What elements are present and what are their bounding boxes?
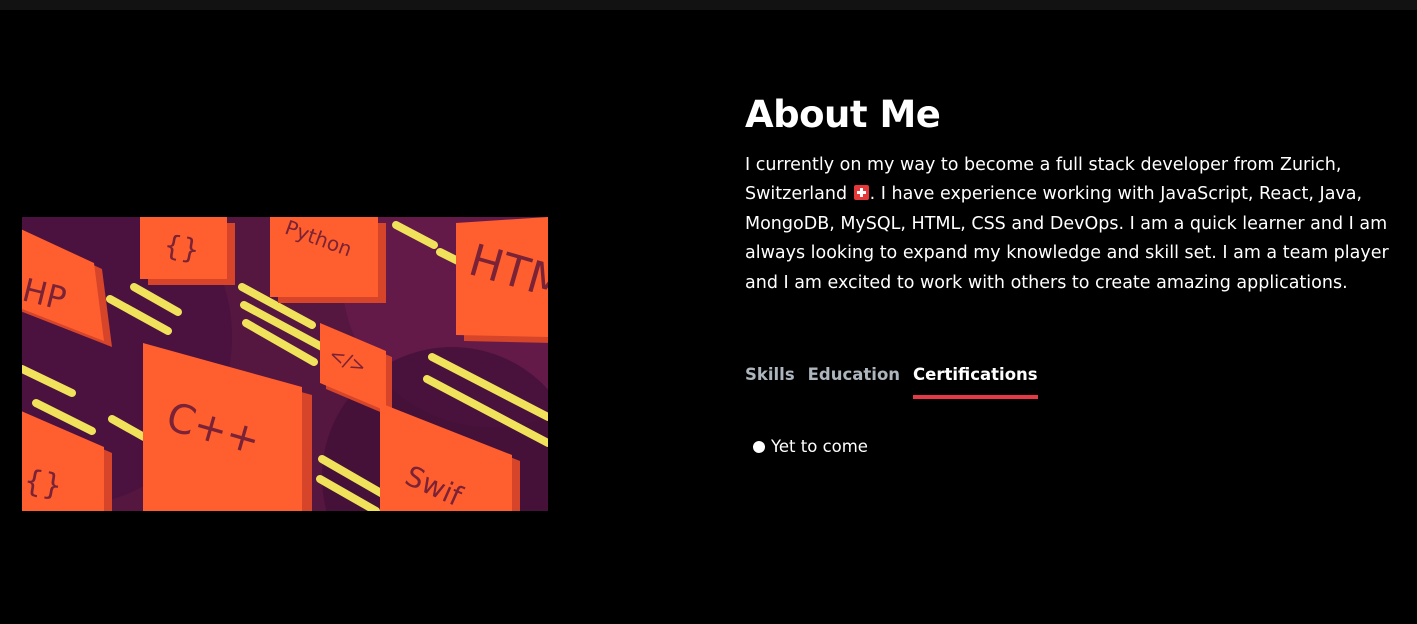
about-bio: I currently on my way to become a full s… <box>745 151 1390 298</box>
tab-bar: Skills Education Certifications <box>745 362 1038 399</box>
bullet-icon <box>753 441 765 453</box>
image-label-braces-top: {} <box>161 228 202 267</box>
certifications-list: Yet to come <box>753 435 868 459</box>
tab-certifications[interactable]: Certifications <box>913 362 1038 399</box>
image-label-braces-bottom: {} <box>22 463 65 504</box>
about-section: About Me I currently on my way to become… <box>745 93 1395 298</box>
tab-skills[interactable]: Skills <box>745 362 795 397</box>
list-item: Yet to come <box>753 435 868 459</box>
about-image: HP {} Python HTM </> C++ {} Swif <box>22 217 548 511</box>
list-item-text: Yet to come <box>771 437 868 456</box>
swiss-flag-icon <box>853 185 869 201</box>
page-title: About Me <box>745 93 941 136</box>
tab-education[interactable]: Education <box>808 362 900 397</box>
top-bar <box>0 0 1417 10</box>
